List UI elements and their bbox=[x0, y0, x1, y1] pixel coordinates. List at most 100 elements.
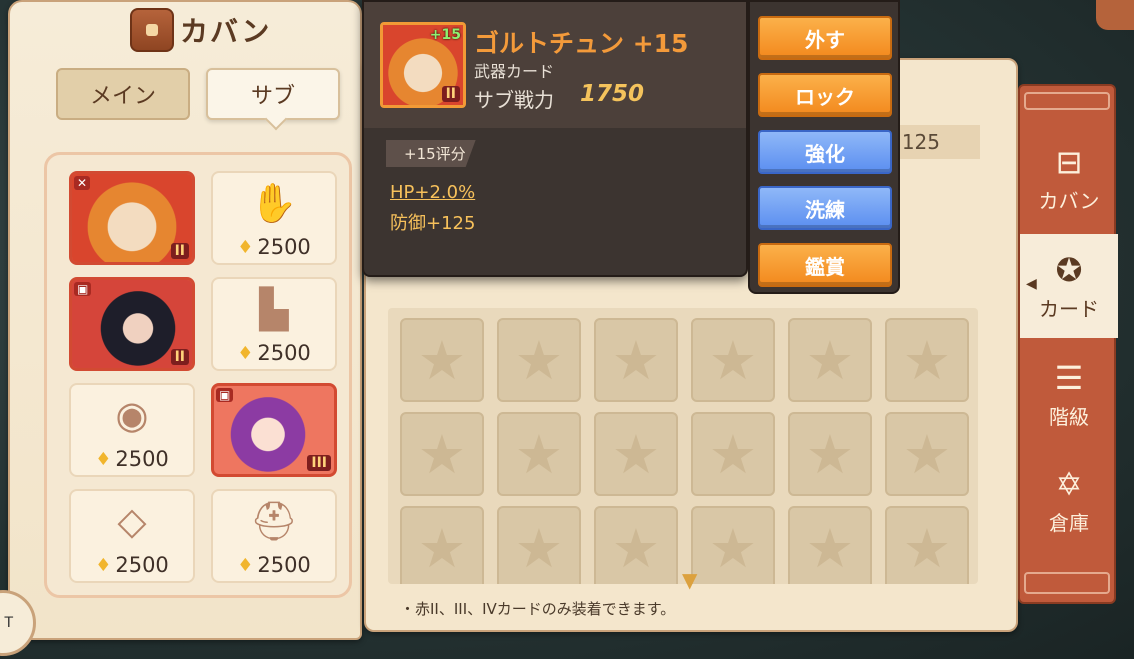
inventory-cell[interactable]: ★ bbox=[594, 506, 678, 584]
diamond-icon: ♦ bbox=[237, 236, 254, 258]
decorative-border bbox=[1024, 92, 1110, 110]
inventory-cell[interactable]: ★ bbox=[691, 506, 775, 584]
side-tab-card[interactable]: ◀ ✪ カード bbox=[1020, 234, 1118, 338]
side-tab-bar: ⊟ カバン ◀ ✪ カード ☰ 階級 ✡ 倉庫 bbox=[1018, 84, 1118, 604]
equip-slot-belt[interactable]: ◉ ♦ 2500 bbox=[69, 383, 195, 477]
rank-badge: II bbox=[170, 243, 189, 259]
unlock-price: ♦ 2500 bbox=[95, 447, 169, 471]
card-type: 武器カード bbox=[474, 62, 555, 81]
glove-icon: ✋ bbox=[250, 181, 298, 225]
background-stat-value: 125 bbox=[901, 130, 940, 154]
inventory-cell[interactable]: ★ bbox=[497, 506, 581, 584]
inventory-cell[interactable]: ★ bbox=[594, 318, 678, 402]
empty-star-icon: ★ bbox=[902, 328, 952, 392]
card-detail-popup: +15 II ゴルトチュン +15 武器カード サブ戦力 1750 +15评分 … bbox=[362, 0, 748, 277]
inventory-cell[interactable]: ★ bbox=[885, 318, 969, 402]
inventory-cell[interactable]: ★ bbox=[885, 412, 969, 496]
decorative-border bbox=[1024, 572, 1110, 594]
stat-defense: 防御+125 bbox=[390, 213, 476, 234]
armor-icon: ▣ bbox=[216, 388, 234, 402]
bag-panel: カバン メイン サブ ✕ II ✋ ♦ 2500 ▣ II ▙ ♦ 2500 ◉… bbox=[8, 0, 362, 640]
empty-star-icon: ★ bbox=[417, 516, 467, 580]
inventory-cell[interactable]: ★ bbox=[400, 318, 484, 402]
unlock-price: ♦ 2500 bbox=[237, 341, 311, 365]
scroll-icon: ☰ bbox=[1054, 358, 1084, 397]
remove-button[interactable]: 外す bbox=[758, 16, 892, 60]
side-tab-label: カード bbox=[1039, 296, 1099, 321]
rank-badge: III bbox=[307, 455, 331, 471]
scroll-down-icon[interactable]: ▼ bbox=[682, 568, 697, 592]
side-tab-bag[interactable]: ⊟ カバン bbox=[1020, 126, 1118, 230]
rank-badge: II bbox=[441, 86, 460, 102]
inventory-cell[interactable]: ★ bbox=[788, 412, 872, 496]
armor-icon: ▣ bbox=[74, 282, 92, 296]
empty-star-icon: ★ bbox=[805, 422, 855, 486]
rank-badge: II bbox=[170, 349, 189, 365]
unlock-price: ♦ 2500 bbox=[237, 235, 311, 259]
bag-title: カバン bbox=[180, 15, 272, 48]
pants-icon: ▙ bbox=[259, 287, 289, 331]
enhance-button[interactable]: 強化 bbox=[758, 130, 892, 174]
lock-button[interactable]: ロック bbox=[758, 73, 892, 117]
price-value: 2500 bbox=[115, 553, 169, 577]
equip-note: ・赤II、III、IVカードのみ装着できます。 bbox=[400, 600, 676, 618]
empty-star-icon: ★ bbox=[708, 422, 758, 486]
stat-hp[interactable]: HP+2.0% bbox=[390, 182, 475, 203]
empty-star-icon: ★ bbox=[805, 328, 855, 392]
equip-slot-amulet[interactable]: ◇ ♦ 2500 bbox=[69, 489, 195, 583]
empty-star-icon: ★ bbox=[611, 422, 661, 486]
diamond-icon: ♦ bbox=[95, 448, 112, 470]
tab-sub[interactable]: サブ bbox=[206, 68, 340, 120]
view-button[interactable]: 鑑賞 bbox=[758, 243, 892, 287]
refine-button[interactable]: 洗練 bbox=[758, 186, 892, 230]
equip-slot-card-1[interactable]: ✕ II bbox=[69, 171, 195, 265]
diamond-icon: ♦ bbox=[237, 554, 254, 576]
inventory-cell[interactable]: ★ bbox=[788, 506, 872, 584]
equip-slot-glove[interactable]: ✋ ♦ 2500 bbox=[211, 171, 337, 265]
empty-star-icon: ★ bbox=[417, 328, 467, 392]
empty-star-icon: ★ bbox=[514, 422, 564, 486]
diamond-icon: ♦ bbox=[95, 554, 112, 576]
equip-slot-card-3[interactable]: ▣ III bbox=[211, 383, 337, 477]
belt-icon: ◉ bbox=[115, 393, 149, 437]
inventory-cell[interactable]: ★ bbox=[788, 318, 872, 402]
hexagram-icon: ✡ bbox=[1055, 464, 1083, 503]
inventory-cell[interactable]: ★ bbox=[400, 506, 484, 584]
amulet-icon: ◇ bbox=[117, 499, 147, 543]
equipment-slots: ✕ II ✋ ♦ 2500 ▣ II ▙ ♦ 2500 ◉ ♦ 2500 ▣ I… bbox=[44, 152, 352, 598]
power-label: サブ戦力 bbox=[474, 88, 554, 112]
active-arrow-icon: ◀ bbox=[1026, 276, 1037, 292]
inventory-cell[interactable]: ★ bbox=[691, 318, 775, 402]
empty-star-icon: ★ bbox=[514, 328, 564, 392]
empty-star-icon: ★ bbox=[611, 328, 661, 392]
empty-star-icon: ★ bbox=[417, 422, 467, 486]
price-value: 2500 bbox=[257, 235, 311, 259]
tab-main[interactable]: メイン bbox=[56, 68, 190, 120]
empty-star-icon: ★ bbox=[514, 516, 564, 580]
coin-label: T bbox=[4, 615, 13, 631]
equip-slot-card-2[interactable]: ▣ II bbox=[69, 277, 195, 371]
diamond-icon: ♦ bbox=[237, 342, 254, 364]
empty-star-icon: ★ bbox=[902, 422, 952, 486]
unlock-price: ♦ 2500 bbox=[95, 553, 169, 577]
inventory-cell[interactable]: ★ bbox=[400, 412, 484, 496]
price-value: 2500 bbox=[257, 341, 311, 365]
inventory-cell[interactable]: ★ bbox=[691, 412, 775, 496]
inventory-cell[interactable]: ★ bbox=[497, 412, 581, 496]
side-tab-rank[interactable]: ☰ 階級 bbox=[1020, 342, 1118, 446]
bag-icon: ⊟ bbox=[1055, 142, 1083, 181]
score-tag: +15评分 bbox=[386, 140, 476, 167]
price-value: 2500 bbox=[115, 447, 169, 471]
card-name: ゴルトチュン +15 bbox=[474, 29, 689, 58]
enhance-level: +15 bbox=[429, 27, 461, 43]
equip-slot-helmet[interactable]: ⛑ ♦ 2500 bbox=[211, 489, 337, 583]
inventory-cell[interactable]: ★ bbox=[885, 506, 969, 584]
equip-slot-pants[interactable]: ▙ ♦ 2500 bbox=[211, 277, 337, 371]
inventory-cell[interactable]: ★ bbox=[497, 318, 581, 402]
card-icon: ✪ bbox=[1055, 250, 1083, 289]
power-value: 1750 bbox=[580, 81, 645, 107]
helmet-icon: ⛑ bbox=[249, 499, 299, 543]
inventory-cell[interactable]: ★ bbox=[594, 412, 678, 496]
side-tab-label: 倉庫 bbox=[1049, 510, 1089, 535]
side-tab-storage[interactable]: ✡ 倉庫 bbox=[1020, 448, 1118, 552]
